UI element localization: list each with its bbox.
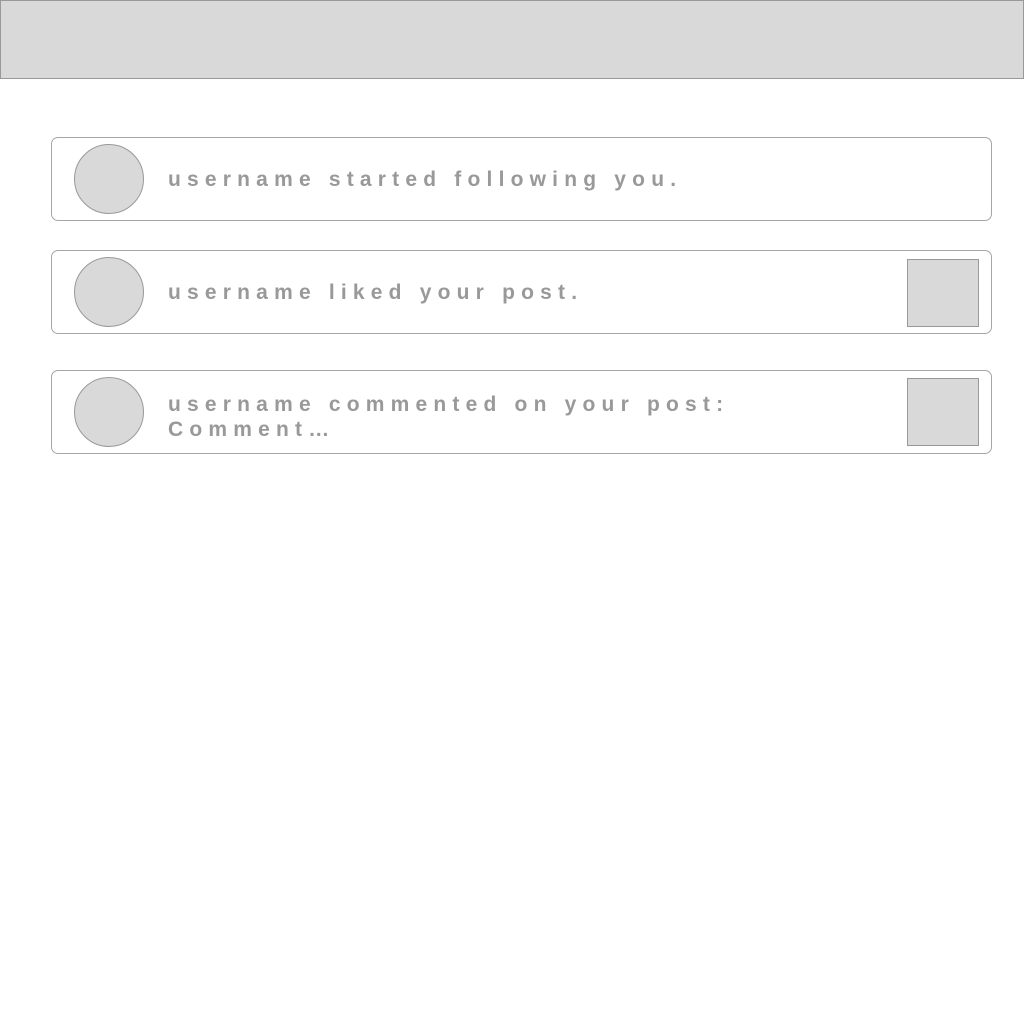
notification-item-follow[interactable]: username started following you. [51, 137, 992, 221]
app-header [0, 0, 1024, 79]
notification-item-comment[interactable]: username commented on your post: Comment… [51, 370, 992, 454]
post-thumbnail[interactable] [907, 378, 979, 446]
avatar[interactable] [74, 257, 144, 327]
notification-text: username commented on your post: Comment… [168, 392, 729, 442]
avatar[interactable] [74, 144, 144, 214]
notification-item-like[interactable]: username liked your post. [51, 250, 992, 334]
notification-text: username liked your post. [168, 281, 584, 304]
notification-text: username started following you. [168, 168, 683, 191]
post-thumbnail[interactable] [907, 259, 979, 327]
notification-text-line-1: username commented on your post: [168, 393, 730, 416]
comment-preview: Comment… [168, 418, 336, 441]
avatar[interactable] [74, 377, 144, 447]
